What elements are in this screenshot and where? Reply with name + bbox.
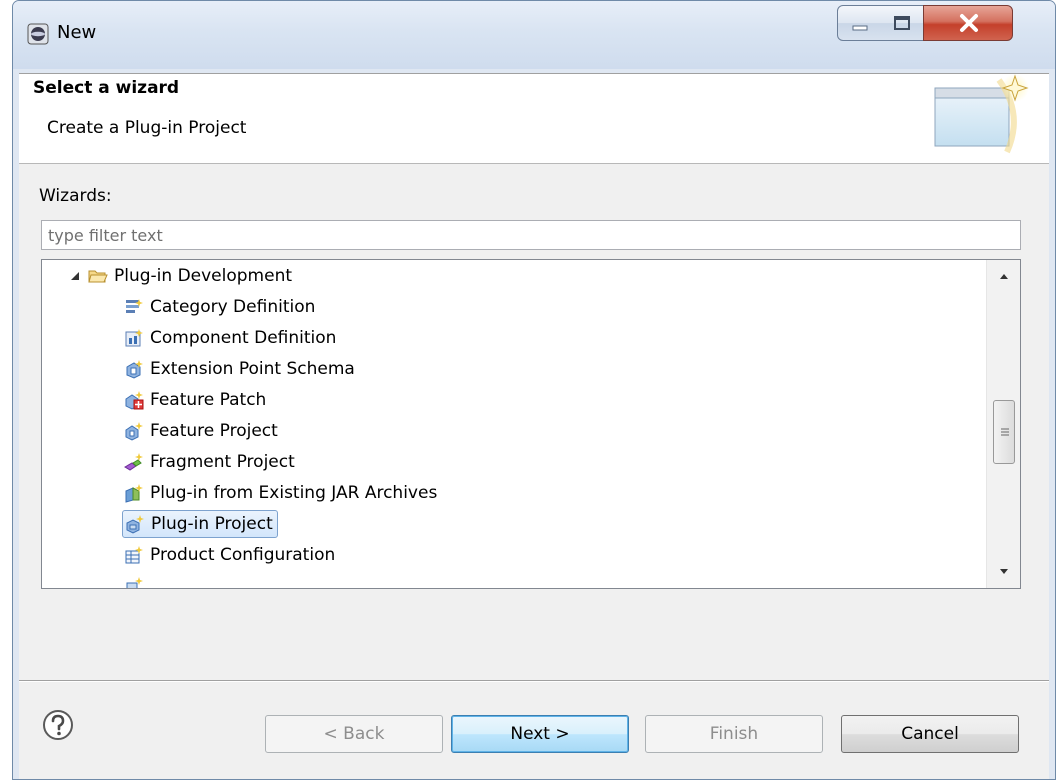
tree-item-component-definition[interactable]: Component Definition — [124, 324, 336, 352]
maximize-button[interactable] — [880, 5, 924, 41]
close-button[interactable] — [923, 5, 1013, 41]
tree-item-plugin-project[interactable]: Plug-in Project — [122, 510, 278, 538]
feature-patch-icon — [125, 391, 144, 410]
page-description: Create a Plug-in Project — [47, 118, 247, 138]
minimize-button[interactable] — [837, 5, 881, 41]
wizard-header: Select a wizard Create a Plug-in Project — [19, 74, 1049, 164]
filter-input[interactable] — [41, 220, 1021, 250]
tree-item-extension-point-schema[interactable]: Extension Point Schema — [124, 355, 355, 383]
tree-item-label: Plug-in from Existing JAR Archives — [150, 483, 438, 503]
maximize-icon — [894, 16, 910, 30]
plugin-project-icon — [126, 515, 144, 534]
wizards-label: Wizards: — [39, 186, 112, 206]
tree-item-label: Product Configuration — [150, 545, 336, 565]
tree-item-label: Feature Patch — [150, 390, 267, 410]
tree-item-label: Fragment Project — [150, 452, 295, 472]
product-configuration-icon — [125, 546, 143, 564]
tree-item-feature-patch[interactable]: Feature Patch — [124, 386, 266, 414]
dialog-content: Select a wizard Create a Plug-in Project — [19, 73, 1049, 779]
expand-triangle-icon[interactable] — [68, 269, 82, 283]
tree-item-label: Category Definition — [150, 297, 316, 317]
plugin-from-jar-icon — [125, 484, 143, 503]
help-icon[interactable] — [41, 708, 75, 742]
folder-open-icon — [88, 270, 108, 283]
close-icon — [960, 14, 978, 32]
scroll-up-arrow-icon[interactable] — [987, 260, 1021, 290]
tree-item-product-configuration[interactable]: Product Configuration — [124, 541, 335, 569]
component-definition-icon — [125, 329, 143, 347]
new-wizard-dialog: New Select a wizard Create a Plug-in Pro… — [12, 0, 1056, 780]
next-button[interactable]: Next > — [451, 715, 629, 753]
footer-separator — [19, 680, 1049, 682]
page-title: Select a wizard — [33, 78, 180, 98]
tree-item-label: Feature Project — [150, 421, 278, 441]
back-button[interactable]: < Back — [265, 715, 443, 753]
partial-item-icon — [126, 577, 143, 588]
tree-scrollbar[interactable] — [986, 260, 1020, 588]
finish-button[interactable]: Finish — [645, 715, 823, 753]
scrollbar-thumb[interactable] — [993, 400, 1015, 464]
scroll-down-arrow-icon[interactable] — [987, 558, 1021, 588]
tree-category-plugin-development[interactable]: Plug-in Development — [68, 262, 292, 290]
selection-highlight: Plug-in Project — [122, 510, 278, 538]
wizard-tree[interactable]: Plug-in Development Category Definition — [41, 259, 1021, 589]
title-bar[interactable]: New — [13, 1, 1055, 69]
grip-icon — [1001, 428, 1009, 436]
tree-item-label: Extension Point Schema — [150, 359, 355, 379]
extension-point-schema-icon — [126, 360, 143, 379]
tree-item-plugin-from-jar[interactable]: Plug-in from Existing JAR Archives — [124, 479, 437, 507]
tree-item-fragment-project[interactable]: Fragment Project — [124, 448, 295, 476]
tree-item-label: Plug-in Project — [151, 514, 273, 534]
tree-item-feature-project[interactable]: Feature Project — [124, 417, 278, 445]
fragment-project-icon — [124, 453, 143, 471]
tree-item-category-definition[interactable]: Category Definition — [124, 293, 315, 321]
tree-category-label: Plug-in Development — [114, 266, 293, 286]
tree-item-label: Component Definition — [150, 328, 337, 348]
window-title: New — [57, 22, 97, 43]
feature-project-icon — [125, 422, 143, 441]
tree-item-partial — [124, 572, 150, 588]
new-wizard-banner-icon — [934, 74, 1029, 154]
eclipse-app-icon — [27, 23, 49, 45]
cancel-button[interactable]: Cancel — [841, 715, 1019, 753]
minimize-icon — [852, 25, 868, 31]
category-definition-icon — [126, 299, 143, 313]
